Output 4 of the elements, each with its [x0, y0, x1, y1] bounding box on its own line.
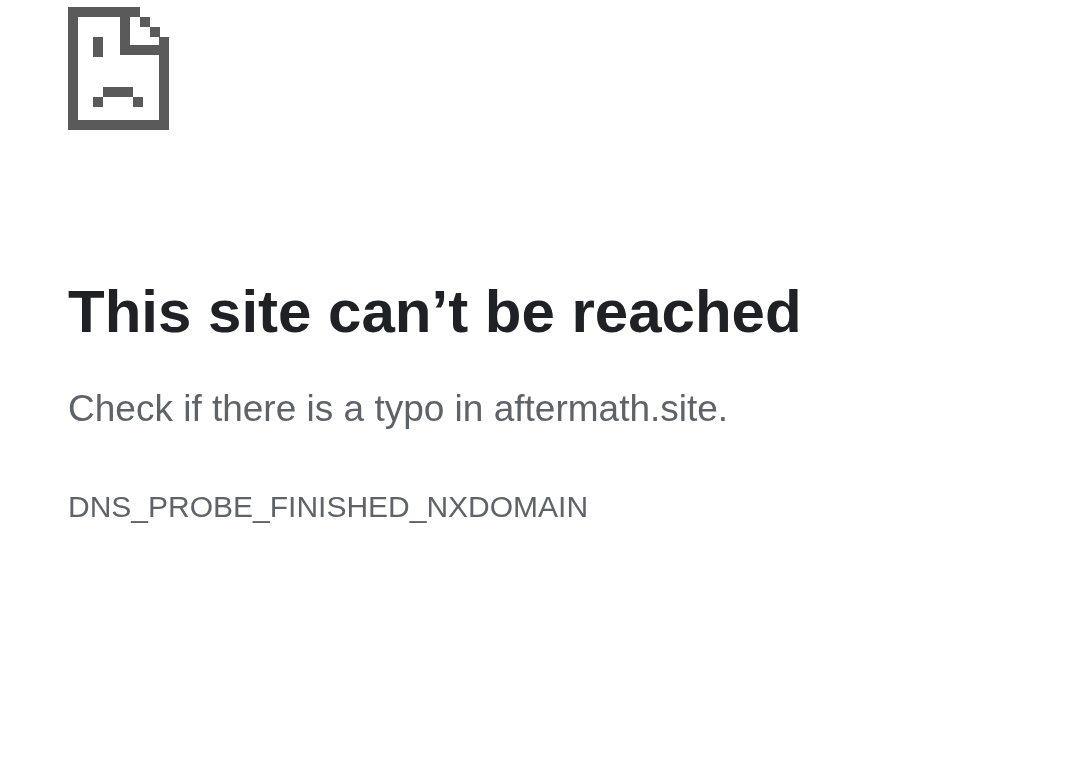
error-code: DNS_PROBE_FINISHED_NXDOMAIN	[68, 489, 589, 525]
error-heading: This site can’t be reached	[68, 277, 802, 347]
sad-page-icon	[68, 7, 169, 130]
error-message: Check if there is a typo in aftermath.site.	[68, 387, 729, 431]
